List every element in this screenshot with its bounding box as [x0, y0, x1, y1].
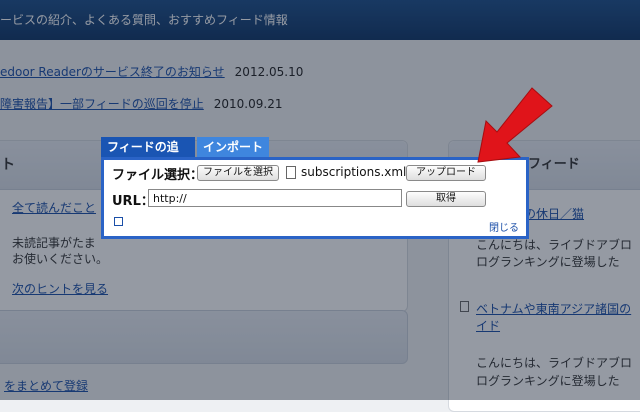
arrow-icon: [477, 87, 553, 163]
arrow-shape: [477, 87, 553, 163]
